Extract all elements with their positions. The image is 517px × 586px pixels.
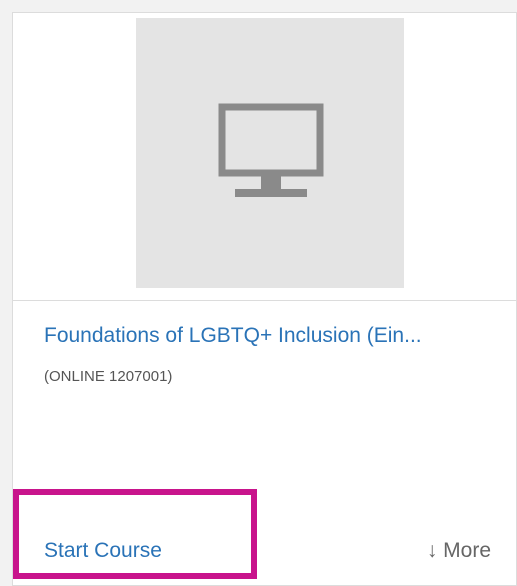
more-button[interactable]: ↓ More: [427, 539, 491, 563]
course-title-link[interactable]: Foundations of LGBTQ+ Inclusion (Ein...: [44, 324, 504, 348]
monitor-icon: [218, 103, 324, 197]
thumbnail-area: [13, 13, 516, 288]
card-footer: Start Course ↓ More: [13, 501, 516, 585]
course-card: Foundations of LGBTQ+ Inclusion (Ein... …: [12, 12, 517, 586]
card-divider: [13, 300, 516, 301]
start-course-button[interactable]: Start Course: [44, 539, 162, 563]
course-code: (ONLINE 1207001): [44, 368, 173, 385]
